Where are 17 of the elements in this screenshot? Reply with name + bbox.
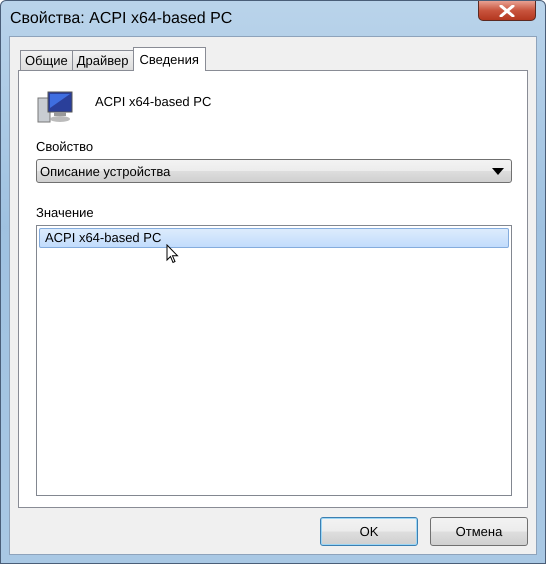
device-name: ACPI x64-based PC [95, 94, 212, 108]
close-icon [499, 4, 515, 16]
list-item[interactable]: ACPI x64-based PC [39, 228, 509, 248]
cancel-button[interactable]: Отмена [430, 517, 528, 546]
mouse-pointer-icon [166, 244, 179, 264]
dropdown-value: Описание устройства [40, 164, 170, 178]
property-dropdown[interactable]: Описание устройства [36, 159, 512, 183]
value-label: Значение [36, 205, 94, 220]
ok-button[interactable]: OK [320, 517, 418, 546]
close-button[interactable] [478, 1, 536, 21]
window-title: Свойства: ACPI x64-based PC [9, 10, 232, 28]
tab[interactable]: Сведения [132, 47, 206, 71]
value-list[interactable]: ACPI x64-based PC [36, 225, 512, 496]
tab[interactable]: Драйвер [72, 50, 134, 70]
tab[interactable]: Общие [20, 50, 73, 70]
property-label: Свойство [36, 139, 94, 154]
dropdown-arrow-icon [492, 168, 504, 174]
